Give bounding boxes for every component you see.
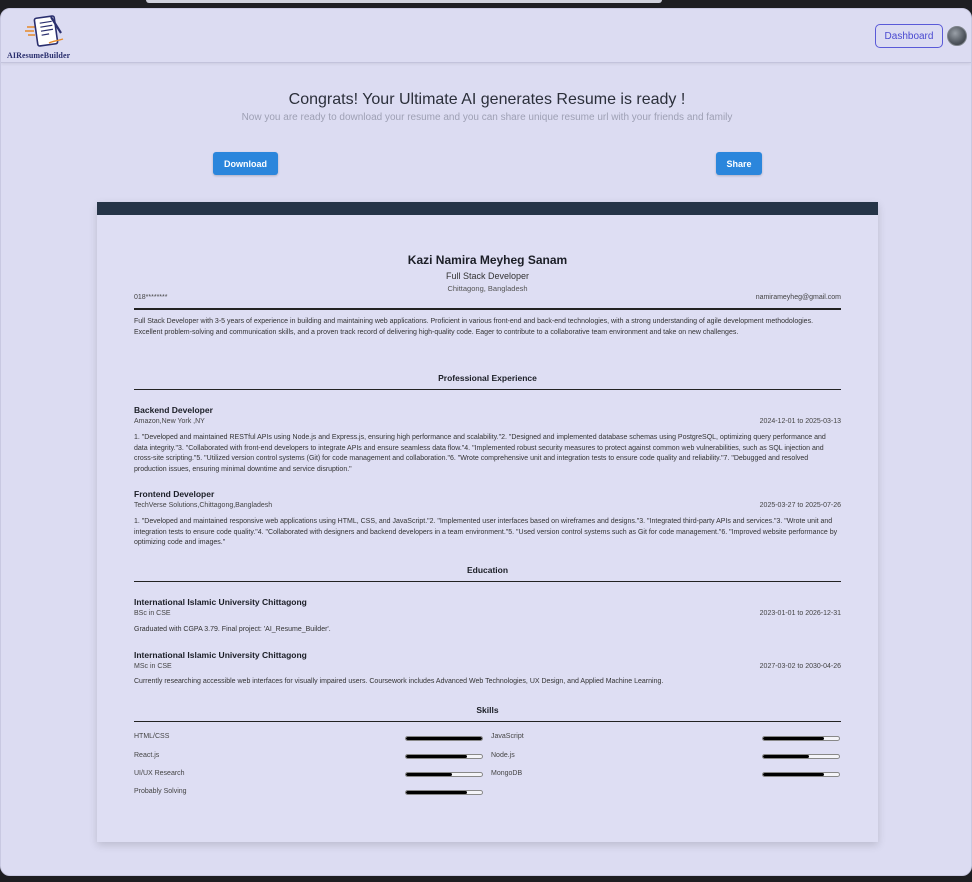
skill-level-bar [405, 790, 483, 795]
skill-name: Probably Solving [134, 788, 187, 795]
job-dates: 2024-12-01 to 2025-03-13 [759, 418, 841, 425]
degree: MSc in CSE [134, 663, 172, 670]
job-description: 1. "Developed and maintained responsive … [134, 518, 838, 546]
section-title-skills: Skills [476, 705, 499, 715]
job-company: TechVerse Solutions,Chittagong,Banglades… [134, 502, 273, 509]
skill-level-bar [762, 754, 840, 759]
logo-text: AIResumeBuilder [7, 51, 71, 60]
app-window: AIResumeBuilder Dashboard Congrats! Your… [0, 8, 972, 876]
skill-name: UI/UX Research [134, 770, 185, 777]
dashboard-button[interactable]: Dashboard [875, 24, 943, 48]
education-description: Graduated with CGPA 3.79. Final project:… [134, 626, 331, 633]
skill-level-bar [405, 772, 483, 777]
divider [134, 581, 841, 582]
section-title-education: Education [466, 565, 509, 575]
download-button[interactable]: Download [213, 152, 278, 175]
resume-summary: Full Stack Developer with 3-5 years of e… [134, 318, 814, 336]
school-name: International Islamic University Chittag… [134, 650, 307, 660]
school-name: International Islamic University Chittag… [134, 597, 307, 607]
section-title-experience: Professional Experience [438, 373, 537, 383]
resume-email: namirameyheg@gmail.com [755, 294, 841, 301]
job-dates: 2025-03-27 to 2025-07-26 [759, 502, 841, 509]
page-subtitle: Now you are ready to download your resum… [241, 112, 733, 123]
share-button[interactable]: Share [716, 152, 762, 175]
skill-level-bar [405, 736, 483, 741]
degree: BSc in CSE [134, 610, 171, 617]
resume-phone: 018******** [134, 294, 168, 301]
resume-role: Full Stack Developer [445, 271, 530, 281]
education-description: Currently researching accessible web int… [134, 678, 664, 685]
resume-preview: Kazi Namira Meyheg Sanam Full Stack Deve… [97, 202, 878, 842]
divider [134, 721, 841, 722]
skill-name: React.js [134, 752, 160, 759]
browser-tab-strip [146, 0, 662, 3]
skill-level-bar [762, 736, 840, 741]
job-title: Frontend Developer [134, 489, 215, 499]
page-title: Congrats! Your Ultimate AI generates Res… [288, 91, 686, 108]
resume-name: Kazi Namira Meyheg Sanam [407, 253, 568, 267]
navbar: AIResumeBuilder Dashboard [1, 9, 971, 63]
skill-name: Node.js [491, 752, 515, 759]
resume-header-bar [97, 202, 878, 215]
skill-name: JavaScript [491, 733, 524, 740]
skill-level-bar [405, 754, 483, 759]
skill-level-bar [762, 772, 840, 777]
divider [134, 308, 841, 310]
education-dates: 2023-01-01 to 2026-12-31 [759, 610, 841, 617]
skill-name: MongoDB [491, 770, 523, 777]
job-description: 1. "Developed and maintained RESTful API… [134, 434, 826, 473]
resume-location: Chittagong, Bangladesh [447, 284, 528, 293]
divider [134, 389, 841, 390]
logo[interactable]: AIResumeBuilder [7, 13, 77, 60]
education-dates: 2027-03-02 to 2030-04-26 [759, 663, 841, 670]
resume-logo-icon [25, 15, 64, 47]
job-company: Amazon,New York ,NY [134, 418, 205, 425]
job-title: Backend Developer [134, 405, 213, 415]
skill-name: HTML/CSS [134, 733, 170, 740]
user-avatar[interactable] [947, 26, 967, 46]
